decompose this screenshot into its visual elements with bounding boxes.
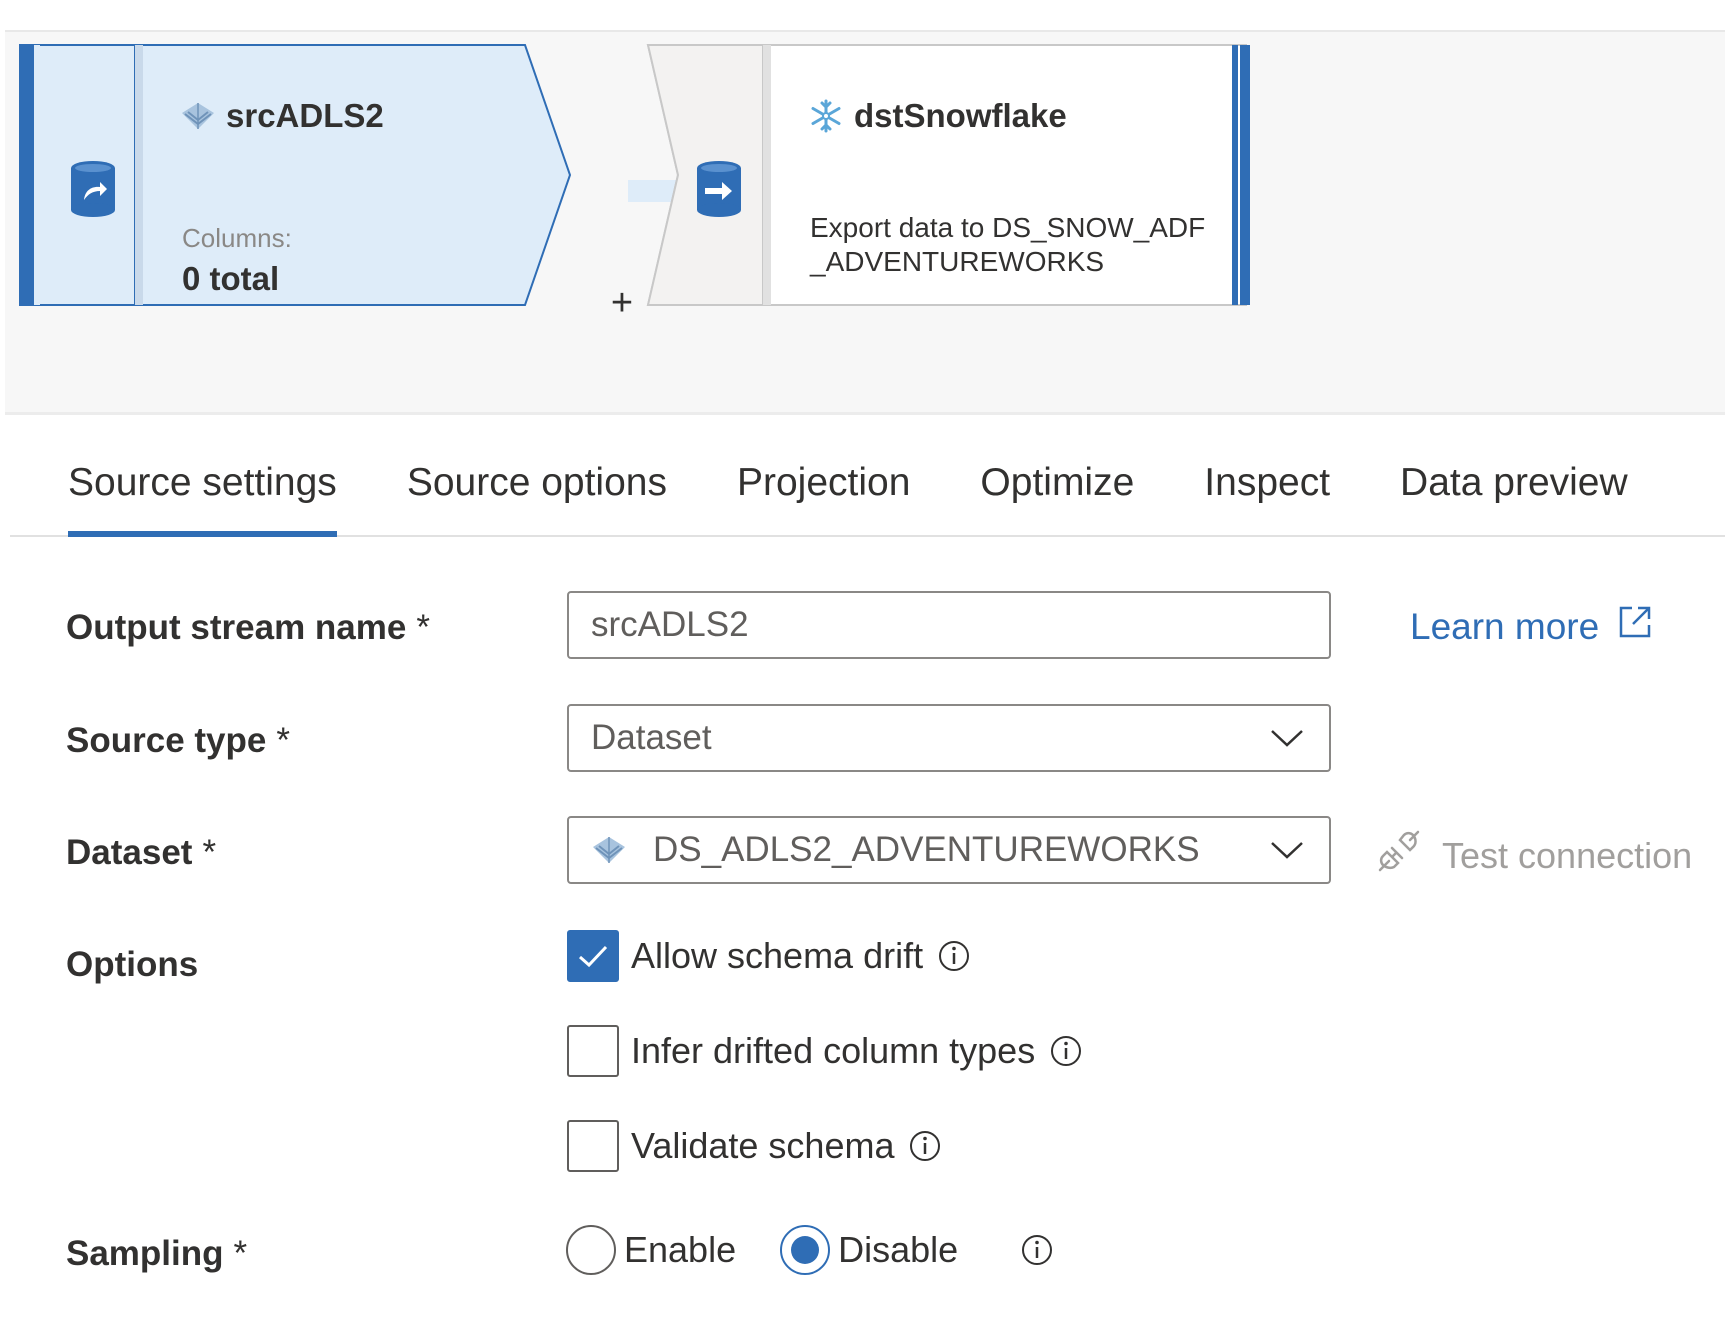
chevron-down-icon[interactable] (1267, 835, 1307, 865)
allow-schema-drift-checkbox[interactable] (567, 930, 619, 982)
dataset-label: Dataset * (66, 833, 216, 873)
sampling-enable-option[interactable]: Enable (566, 1225, 736, 1275)
dataset-label-text: Dataset (66, 833, 193, 872)
output-stream-field[interactable] (567, 591, 1331, 659)
snowflake-icon (808, 98, 844, 134)
info-icon[interactable] (908, 1129, 942, 1163)
output-stream-label-text: Output stream name (66, 608, 407, 647)
source-node-title: srcADLS2 (180, 97, 384, 135)
output-stream-label: Output stream name * (66, 608, 430, 648)
settings-tabs: Source settings Source options Projectio… (10, 455, 1725, 537)
source-type-value: Dataset (591, 718, 712, 757)
info-icon[interactable] (937, 939, 971, 973)
sampling-label-text: Sampling (66, 1234, 224, 1273)
learn-more-text: Learn more (1410, 605, 1600, 647)
source-type-label: Source type * (66, 721, 290, 761)
output-stream-input[interactable] (591, 605, 1307, 645)
columns-count: 0 total (182, 260, 280, 297)
sampling-radio-group: Enable Disable (566, 1225, 1054, 1275)
validate-schema-option[interactable]: Validate schema (567, 1120, 942, 1172)
columns-label: Columns: (182, 223, 292, 253)
options-label: Options (66, 945, 199, 984)
sampling-label: Sampling * (66, 1234, 247, 1274)
test-connection-button[interactable]: Test connection (1376, 828, 1692, 883)
info-icon[interactable] (1020, 1233, 1054, 1267)
sink-node-dstSnowflake[interactable]: dstSnowflake Export data to DS_SNOW_ADF_… (646, 44, 1263, 340)
source-type-select[interactable]: Dataset (567, 704, 1331, 772)
required-marker: * (416, 608, 430, 647)
chevron-down-icon[interactable] (1267, 723, 1307, 753)
datalake-icon (180, 98, 216, 134)
sink-node-description: Export data to DS_SNOW_ADF_ADVENTUREWORK… (810, 212, 1206, 277)
sampling-disable-label: Disable (838, 1229, 959, 1270)
source-node-name: srcADLS2 (226, 97, 384, 134)
checkmark-icon (579, 945, 608, 968)
top-bar (0, 0, 1725, 30)
source-node-srcADLS2[interactable]: srcADLS2 Columns: 0 total (19, 44, 630, 340)
external-link-icon (1617, 604, 1653, 649)
plug-icon (1376, 828, 1422, 883)
learn-more-link[interactable]: Learn more (1410, 604, 1653, 649)
sink-node-title: dstSnowflake (808, 97, 1067, 135)
allow-schema-drift-label: Allow schema drift (631, 935, 924, 976)
source-type-label-text: Source type (66, 721, 267, 760)
database-source-icon (70, 160, 116, 223)
validate-schema-checkbox[interactable] (567, 1120, 619, 1172)
required-marker: * (202, 833, 217, 872)
required-marker: * (233, 1234, 248, 1273)
sink-node-name: dstSnowflake (854, 97, 1067, 134)
tab-projection[interactable]: Projection (737, 455, 910, 535)
test-connection-text: Test connection (1442, 834, 1693, 876)
info-icon[interactable] (1049, 1034, 1083, 1068)
required-marker: * (276, 721, 290, 760)
tab-data-preview[interactable]: Data preview (1400, 455, 1628, 535)
infer-drifted-option[interactable]: Infer drifted column types (567, 1025, 1083, 1077)
datalake-icon (591, 835, 631, 865)
tab-optimize[interactable]: Optimize (980, 455, 1134, 535)
validate-schema-label: Validate schema (631, 1125, 895, 1166)
tab-source-settings[interactable]: Source settings (68, 455, 337, 537)
tab-inspect[interactable]: Inspect (1204, 455, 1330, 535)
database-sink-icon (696, 160, 742, 223)
allow-schema-drift-option[interactable]: Allow schema drift (567, 930, 971, 982)
infer-drifted-checkbox[interactable] (567, 1025, 619, 1077)
dataset-select[interactable]: DS_ADLS2_ADVENTUREWORKS (567, 816, 1331, 884)
radio-selected-dot (791, 1236, 820, 1264)
tab-source-options[interactable]: Source options (407, 455, 667, 535)
sampling-disable-option[interactable]: Disable (780, 1225, 958, 1275)
infer-drifted-label: Infer drifted column types (631, 1030, 1036, 1071)
sampling-enable-radio[interactable] (566, 1225, 616, 1275)
sampling-enable-label: Enable (624, 1229, 737, 1270)
sampling-disable-radio[interactable] (780, 1225, 831, 1275)
dataset-value: DS_ADLS2_ADVENTUREWORKS (653, 830, 1200, 869)
add-transformation-button[interactable]: + (604, 284, 640, 322)
